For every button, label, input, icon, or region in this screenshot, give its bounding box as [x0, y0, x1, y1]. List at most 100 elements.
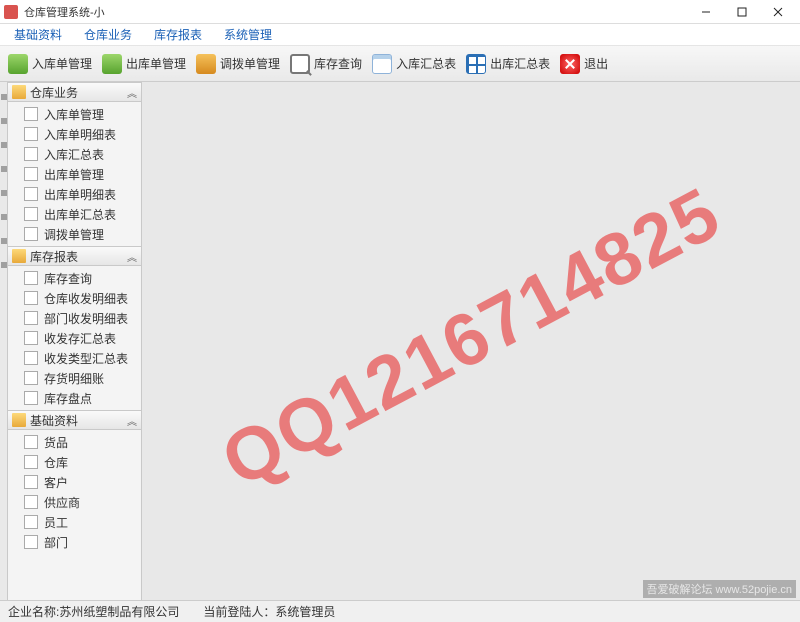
toolbar-transfer-manage[interactable]: 调拨单管理 — [196, 54, 280, 74]
toolbar-label: 入库汇总表 — [396, 55, 456, 72]
item-label: 供应商 — [44, 494, 80, 511]
item-label: 库存盘点 — [44, 390, 92, 407]
item-label: 入库汇总表 — [44, 146, 104, 163]
sidebar-item-stock-ledger[interactable]: 存货明细账 — [8, 368, 141, 388]
gutter-icon — [1, 166, 7, 172]
sidebar-item-suppliers[interactable]: 供应商 — [8, 492, 141, 512]
gutter-icon — [1, 190, 7, 196]
item-icon — [24, 515, 38, 529]
title-bar: 仓库管理系统-小 — [0, 0, 800, 24]
company-label: 企业名称: — [8, 605, 59, 619]
sidebar-item-warehouses[interactable]: 仓库 — [8, 452, 141, 472]
minimize-button[interactable] — [688, 1, 724, 23]
panel-title: 库存报表 — [30, 248, 127, 265]
panel-title: 仓库业务 — [30, 84, 127, 101]
toolbar-inventory-query[interactable]: 库存查询 — [290, 54, 362, 74]
outbound-icon — [102, 54, 122, 74]
sidebar-item-customers[interactable]: 客户 — [8, 472, 141, 492]
item-icon — [24, 107, 38, 121]
item-icon — [24, 291, 38, 305]
item-label: 调拨单管理 — [44, 226, 104, 243]
workspace: 仓库业务 ︽ 入库单管理 入库单明细表 入库汇总表 出库单管理 出库单明细表 出… — [0, 82, 800, 600]
item-icon — [24, 475, 38, 489]
item-icon — [24, 147, 38, 161]
toolbar-label: 入库单管理 — [32, 55, 92, 72]
sidebar-item-inbound-detail[interactable]: 入库单明细表 — [8, 124, 141, 144]
left-gutter — [0, 82, 8, 600]
gutter-icon — [1, 214, 7, 220]
item-label: 收发类型汇总表 — [44, 350, 128, 367]
toolbar-label: 库存查询 — [314, 55, 362, 72]
menu-inventory-reports[interactable]: 库存报表 — [154, 26, 202, 43]
sidebar-item-employees[interactable]: 员工 — [8, 512, 141, 532]
gutter-icon — [1, 118, 7, 124]
table-icon — [466, 54, 486, 74]
menu-bar: 基础资料 仓库业务 库存报表 系统管理 — [0, 24, 800, 46]
gutter-icon — [1, 94, 7, 100]
toolbar-exit[interactable]: 退出 — [560, 54, 608, 74]
panel-header-warehouse-ops[interactable]: 仓库业务 ︽ — [8, 82, 141, 102]
item-icon — [24, 311, 38, 325]
toolbar-inbound-summary[interactable]: 入库汇总表 — [372, 54, 456, 74]
folder-icon — [12, 249, 26, 263]
sidebar-item-warehouse-txn-detail[interactable]: 仓库收发明细表 — [8, 288, 141, 308]
gutter-icon — [1, 142, 7, 148]
sidebar-item-txn-summary[interactable]: 收发存汇总表 — [8, 328, 141, 348]
sidebar-item-dept-txn-detail[interactable]: 部门收发明细表 — [8, 308, 141, 328]
status-user: 当前登陆人：系统管理员 — [203, 603, 335, 620]
chevron-up-icon: ︽ — [127, 249, 137, 264]
main-area: QQ1216714825 — [142, 82, 800, 600]
menu-basic-data[interactable]: 基础资料 — [14, 26, 62, 43]
item-label: 客户 — [44, 474, 68, 491]
sidebar-item-inbound-summary[interactable]: 入库汇总表 — [8, 144, 141, 164]
transfer-icon — [196, 54, 216, 74]
item-icon — [24, 351, 38, 365]
folder-icon — [12, 413, 26, 427]
sidebar-item-txn-type-summary[interactable]: 收发类型汇总表 — [8, 348, 141, 368]
toolbar-outbound-manage[interactable]: 出库单管理 — [102, 54, 186, 74]
panel-body-inventory-reports: 库存查询 仓库收发明细表 部门收发明细表 收发存汇总表 收发类型汇总表 存货明细… — [8, 266, 141, 410]
toolbar-outbound-summary[interactable]: 出库汇总表 — [466, 54, 550, 74]
item-label: 仓库收发明细表 — [44, 290, 128, 307]
panel-body-basic-data: 货品 仓库 客户 供应商 员工 部门 — [8, 430, 141, 554]
item-label: 仓库 — [44, 454, 68, 471]
sidebar-item-products[interactable]: 货品 — [8, 432, 141, 452]
sidebar-item-outbound-summary[interactable]: 出库单汇总表 — [8, 204, 141, 224]
maximize-button[interactable] — [724, 1, 760, 23]
sheet-icon — [372, 54, 392, 74]
panel-header-basic-data[interactable]: 基础资料 ︽ — [8, 410, 141, 430]
item-icon — [24, 227, 38, 241]
item-icon — [24, 187, 38, 201]
panel-header-inventory-reports[interactable]: 库存报表 ︽ — [8, 246, 141, 266]
item-label: 收发存汇总表 — [44, 330, 116, 347]
sidebar-item-transfer-manage[interactable]: 调拨单管理 — [8, 224, 141, 244]
menu-system-management[interactable]: 系统管理 — [224, 26, 272, 43]
item-icon — [24, 535, 38, 549]
toolbar-inbound-manage[interactable]: 入库单管理 — [8, 54, 92, 74]
toolbar: 入库单管理 出库单管理 调拨单管理 库存查询 入库汇总表 出库汇总表 退出 — [0, 46, 800, 82]
sidebar: 仓库业务 ︽ 入库单管理 入库单明细表 入库汇总表 出库单管理 出库单明细表 出… — [8, 82, 142, 600]
sidebar-item-departments[interactable]: 部门 — [8, 532, 141, 552]
chevron-up-icon: ︽ — [127, 413, 137, 428]
watermark-text: QQ1216714825 — [208, 170, 734, 504]
window-buttons — [688, 1, 796, 23]
gutter-icon — [1, 262, 7, 268]
item-label: 出库单管理 — [44, 166, 104, 183]
toolbar-label: 调拨单管理 — [220, 55, 280, 72]
menu-warehouse-ops[interactable]: 仓库业务 — [84, 26, 132, 43]
close-button[interactable] — [760, 1, 796, 23]
sidebar-item-inbound-manage[interactable]: 入库单管理 — [8, 104, 141, 124]
item-label: 部门收发明细表 — [44, 310, 128, 327]
sidebar-item-outbound-detail[interactable]: 出库单明细表 — [8, 184, 141, 204]
sidebar-item-outbound-manage[interactable]: 出库单管理 — [8, 164, 141, 184]
item-icon — [24, 371, 38, 385]
item-label: 部门 — [44, 534, 68, 551]
sidebar-item-stock-count[interactable]: 库存盘点 — [8, 388, 141, 408]
chevron-up-icon: ︽ — [127, 85, 137, 100]
search-icon — [290, 54, 310, 74]
sidebar-item-inventory-query[interactable]: 库存查询 — [8, 268, 141, 288]
item-icon — [24, 207, 38, 221]
gutter-icon — [1, 238, 7, 244]
item-label: 出库单明细表 — [44, 186, 116, 203]
item-icon — [24, 127, 38, 141]
